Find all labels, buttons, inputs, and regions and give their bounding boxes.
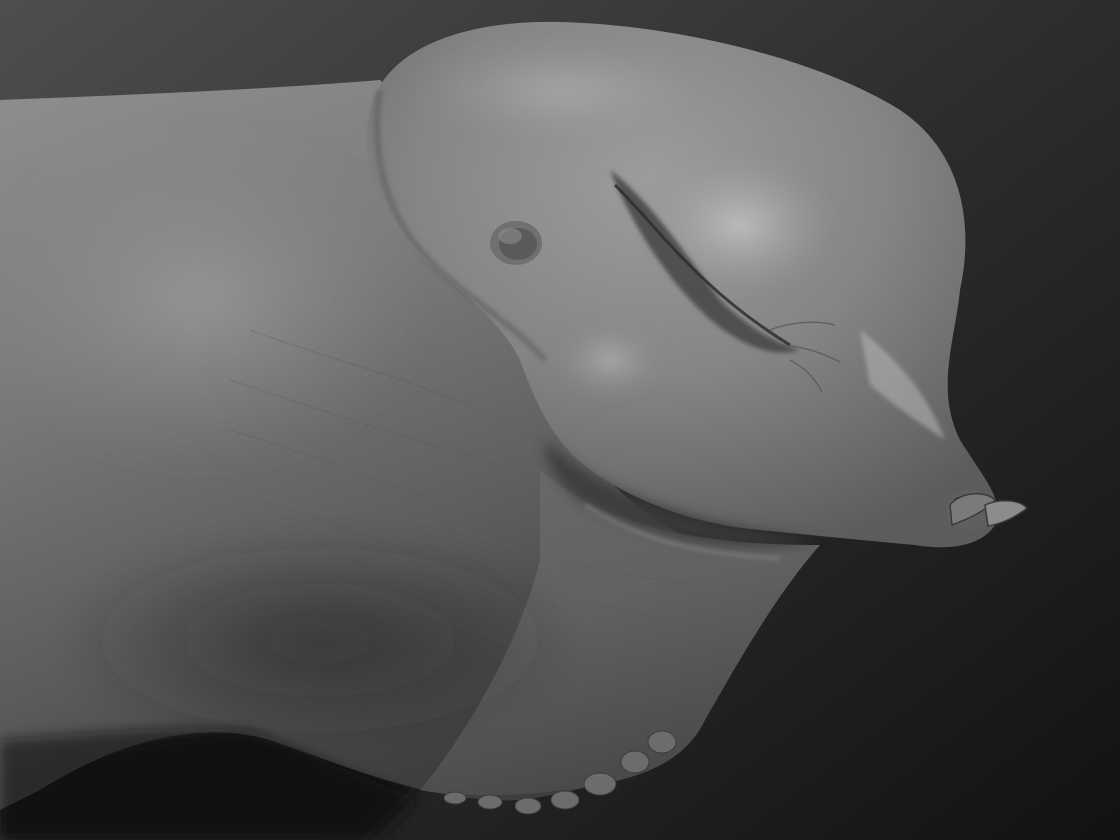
belly-shadow (60, 530, 580, 750)
sculpt-viewport[interactable] (0, 0, 1120, 840)
cheek-highlight (555, 320, 665, 400)
sculpt-render (0, 0, 1120, 840)
ear-hole-rim-highlight (498, 228, 522, 244)
crown-highlight (410, 45, 710, 135)
